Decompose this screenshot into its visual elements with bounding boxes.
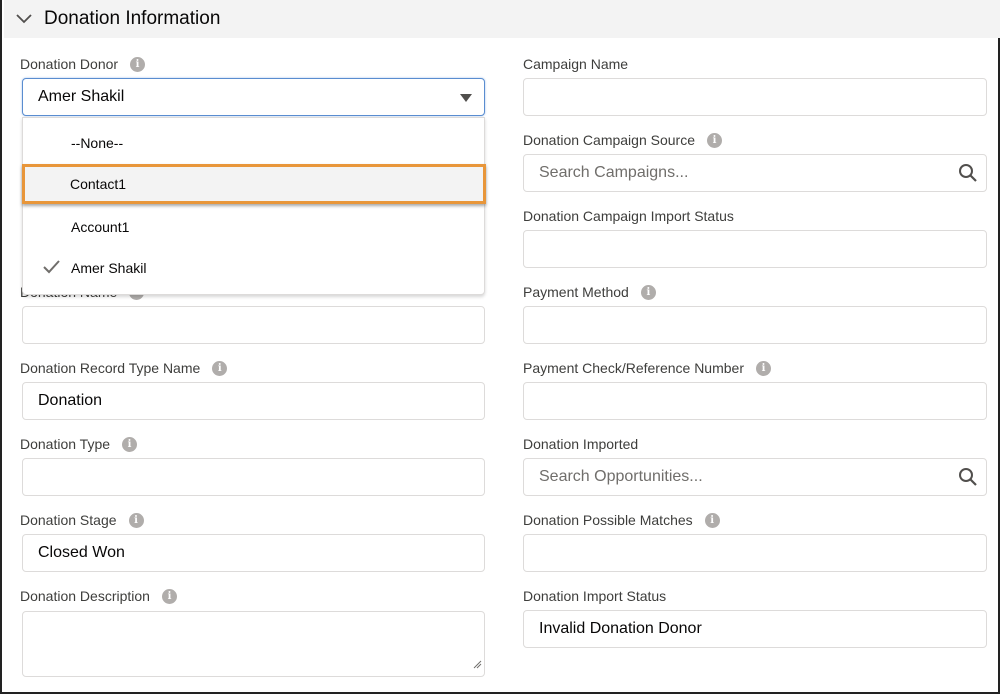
payment-method-input[interactable]	[523, 306, 987, 344]
donation-donor-label: Donation Donor i	[20, 56, 146, 72]
donation-donor-select[interactable]: Amer Shakil	[22, 78, 485, 116]
dropdown-option-amer-shakil[interactable]: Amer Shakil	[23, 248, 484, 288]
payment-method-label-text: Payment Method	[523, 284, 629, 300]
donation-imported-label-text: Donation Imported	[523, 436, 639, 452]
payment-ref-label: Payment Check/Reference Number i	[523, 360, 771, 376]
payment-ref-input[interactable]	[523, 382, 987, 420]
donation-imported-search[interactable]: Search Opportunities...	[523, 458, 987, 496]
section-title: Donation Information	[44, 8, 221, 29]
campaign-name-input[interactable]	[523, 78, 987, 116]
donation-information-panel: Donation Information Donation Donor i Ame…	[0, 0, 1000, 694]
info-icon[interactable]: i	[707, 132, 722, 148]
donation-donor-label-text: Donation Donor	[20, 56, 119, 72]
payment-ref-label-text: Payment Check/Reference Number	[523, 360, 744, 376]
donation-name-input[interactable]	[22, 306, 485, 344]
checkmark-icon	[43, 260, 60, 277]
campaign-source-label: Donation Campaign Source i	[523, 132, 722, 148]
dropdown-option-contact1[interactable]: Contact1	[22, 164, 486, 204]
donation-donor-value: Amer Shakil	[38, 88, 125, 105]
info-icon[interactable]: i	[640, 284, 656, 300]
chevron-down-icon[interactable]	[4, 0, 44, 38]
info-icon[interactable]: i	[122, 436, 138, 452]
donation-type-label: Donation Type i	[20, 436, 138, 452]
campaign-name-label-text: Campaign Name	[523, 56, 629, 72]
donation-stage-input[interactable]: Closed Won	[22, 534, 485, 572]
donation-type-input[interactable]	[22, 458, 485, 496]
import-status-label-text: Donation Import Status	[523, 588, 667, 604]
campaign-source-search[interactable]: Search Campaigns...	[523, 154, 987, 192]
info-icon[interactable]: i	[704, 512, 720, 528]
caret-down-icon[interactable]	[460, 94, 472, 102]
info-icon[interactable]: i	[161, 588, 177, 604]
search-icon[interactable]	[958, 467, 978, 492]
section-header[interactable]: Donation Information	[4, 0, 1000, 38]
dropdown-option-none[interactable]: --None--	[23, 123, 484, 163]
option-label: Account1	[71, 219, 130, 235]
info-icon[interactable]: i	[128, 512, 144, 528]
payment-method-label: Payment Method i	[523, 284, 656, 300]
record-type-label-text: Donation Record Type Name	[20, 360, 201, 376]
possible-matches-label-text: Donation Possible Matches	[523, 512, 693, 528]
possible-matches-label: Donation Possible Matches i	[523, 512, 720, 528]
dropdown-option-account1[interactable]: Account1	[23, 207, 484, 247]
import-status-label: Donation Import Status	[523, 588, 666, 604]
donation-type-label-text: Donation Type	[20, 436, 111, 452]
info-icon[interactable]: i	[212, 360, 228, 376]
donor-dropdown-menu: --None-- Contact1 Account1 Amer Shakil	[22, 117, 486, 295]
donation-description-label-text: Donation Description	[20, 588, 150, 604]
resize-handle-icon[interactable]	[473, 656, 482, 674]
info-icon[interactable]: i	[130, 56, 146, 72]
import-status-input[interactable]: Invalid Donation Donor	[523, 610, 987, 648]
record-type-label: Donation Record Type Name i	[20, 360, 228, 376]
donation-stage-label: Donation Stage i	[20, 512, 144, 528]
donation-imported-label: Donation Imported	[523, 436, 638, 452]
campaign-source-placeholder: Search Campaigns...	[539, 164, 689, 181]
campaign-source-label-text: Donation Campaign Source	[523, 132, 695, 148]
campaign-import-status-label: Donation Campaign Import Status	[523, 208, 734, 224]
info-icon[interactable]: i	[756, 360, 771, 376]
option-label: --None--	[71, 135, 124, 151]
donation-stage-value: Closed Won	[38, 544, 125, 561]
campaign-import-status-input[interactable]	[523, 230, 987, 268]
campaign-import-status-label-text: Donation Campaign Import Status	[523, 208, 734, 224]
search-icon[interactable]	[958, 163, 978, 188]
campaign-name-label: Campaign Name	[523, 56, 628, 72]
donation-description-label: Donation Description i	[20, 588, 177, 604]
possible-matches-input[interactable]	[523, 534, 987, 572]
option-label: Amer Shakil	[71, 260, 147, 276]
option-label: Contact1	[70, 176, 127, 192]
donation-imported-placeholder: Search Opportunities...	[539, 468, 703, 485]
donation-stage-label-text: Donation Stage	[20, 512, 117, 528]
record-type-input[interactable]: Donation	[22, 382, 485, 420]
record-type-value: Donation	[38, 392, 103, 409]
donation-description-textarea[interactable]	[22, 611, 485, 677]
import-status-value: Invalid Donation Donor	[539, 620, 702, 637]
